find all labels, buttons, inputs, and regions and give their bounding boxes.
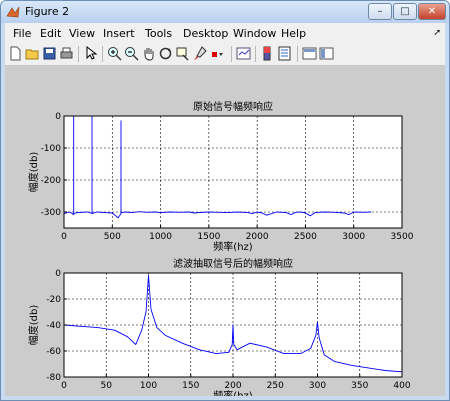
plot-area: 0 500 1000 1500 2000 2500 3000 3500-300-200-100… — [27, 100, 414, 400]
menu-view[interactable]: View — [69, 27, 95, 40]
save-icon[interactable] — [42, 46, 57, 61]
y-tick-label: 0 — [55, 112, 61, 122]
window-client: File Edit View Insert Tools Desktop Wind… — [5, 23, 445, 400]
x-tick-label: 3000 — [342, 232, 365, 242]
x-tick-label: 50 — [101, 381, 113, 391]
y-axis-label: 幅度(db) — [27, 152, 40, 193]
matlab-logo-icon — [6, 6, 20, 18]
close-button[interactable]: ✕ — [418, 3, 446, 20]
x-tick-label: 100 — [140, 381, 157, 391]
rotate-3d-icon[interactable] — [158, 46, 173, 61]
x-axis-label: 频率(hz) — [213, 240, 252, 253]
x-tick-label: 500 — [104, 232, 121, 242]
x-tick-label: 400 — [393, 381, 410, 391]
data-cursor-icon[interactable] — [175, 46, 190, 61]
insert-colorbar-icon[interactable] — [260, 46, 275, 61]
x-tick-label: 150 — [182, 381, 199, 391]
window-title: Figure 2 — [25, 5, 70, 18]
axes-title: 原始信号幅频响应 — [193, 100, 273, 113]
new-figure-icon[interactable] — [8, 46, 23, 61]
figure-toolbar — [5, 43, 445, 66]
toolbar-separator — [255, 46, 256, 62]
x-tick-label: 350 — [351, 381, 368, 391]
menu-tools[interactable]: Tools — [145, 27, 172, 40]
zoom-in-icon[interactable] — [107, 46, 122, 61]
toolbar-separator — [297, 46, 298, 62]
toolbar-separator — [102, 46, 103, 62]
y-tick-label: -300 — [41, 208, 62, 218]
brush-menu-arrow-icon[interactable] — [209, 46, 224, 61]
x-tick-label: 250 — [267, 381, 284, 391]
maximize-button[interactable]: □ — [393, 3, 417, 20]
x-tick-label: 3500 — [391, 232, 414, 242]
figure-canvas: 0 500 1000 1500 2000 2500 3000 3500 -300 -200 -100… — [5, 66, 445, 400]
x-tick-label: 300 — [309, 381, 326, 391]
hide-plot-tools-icon[interactable] — [302, 46, 317, 61]
zoom-out-icon[interactable] — [124, 46, 139, 61]
title-bar[interactable]: Figure 2 – □ ✕ — [1, 1, 449, 23]
menu-edit[interactable]: Edit — [40, 27, 61, 40]
y-tick-label: -200 — [41, 176, 62, 186]
print-icon[interactable] — [59, 46, 74, 61]
menu-bar: File Edit View Insert Tools Desktop Wind… — [5, 23, 445, 43]
x-tick-label: 2000 — [246, 232, 269, 242]
y-tick-label: -80 — [46, 373, 61, 383]
insert-legend-icon[interactable] — [277, 46, 292, 61]
axes-title: 滤波抽取信号后的幅频响应 — [173, 257, 293, 270]
link-plot-icon[interactable] — [236, 46, 251, 61]
figure-window: Figure 2 – □ ✕ File Edit View Insert Too… — [0, 0, 450, 401]
x-tick-label: 200 — [224, 381, 241, 391]
x-tick-label: 1500 — [197, 232, 220, 242]
x-tick-label: 0 — [61, 381, 67, 391]
edit-plot-arrow-icon[interactable] — [83, 46, 98, 61]
toolbar-separator — [231, 46, 232, 62]
menu-help[interactable]: Help — [281, 27, 306, 40]
y-tick-label: -60 — [46, 347, 61, 357]
x-tick-label: 1000 — [149, 232, 172, 242]
x-tick-label: 0 — [61, 232, 67, 242]
open-file-icon[interactable] — [25, 46, 40, 61]
x-axis-label: 频率(hz) — [213, 389, 252, 396]
y-tick-label: -20 — [46, 295, 61, 305]
axes-1: 0 500 1000 1500 2000 2500 3000 3500 -300 -200 -100… — [27, 100, 414, 253]
axes-2: 0 50 100 150 200 250 300 350 400 -80 -60 -40 -20 0 滤波抽… — [27, 257, 411, 400]
dock-arrow-icon[interactable]: ➚ — [433, 28, 441, 38]
minimize-button[interactable]: – — [368, 3, 392, 20]
menu-insert[interactable]: Insert — [103, 27, 135, 40]
y-tick-label: 0 — [55, 269, 61, 279]
pan-hand-icon[interactable] — [141, 46, 156, 61]
brush-icon[interactable] — [192, 46, 207, 61]
x-tick-label: 2500 — [294, 232, 317, 242]
menu-desktop[interactable]: Desktop — [183, 27, 228, 40]
axes-background — [64, 116, 402, 228]
y-axis-label: 幅度(db) — [27, 305, 40, 346]
toolbar-separator — [78, 46, 79, 62]
show-plot-tools-icon[interactable] — [319, 46, 334, 61]
menu-file[interactable]: File — [13, 27, 31, 40]
menu-window[interactable]: Window — [233, 27, 276, 40]
y-tick-label: -100 — [41, 144, 62, 154]
y-tick-label: -40 — [46, 321, 61, 331]
